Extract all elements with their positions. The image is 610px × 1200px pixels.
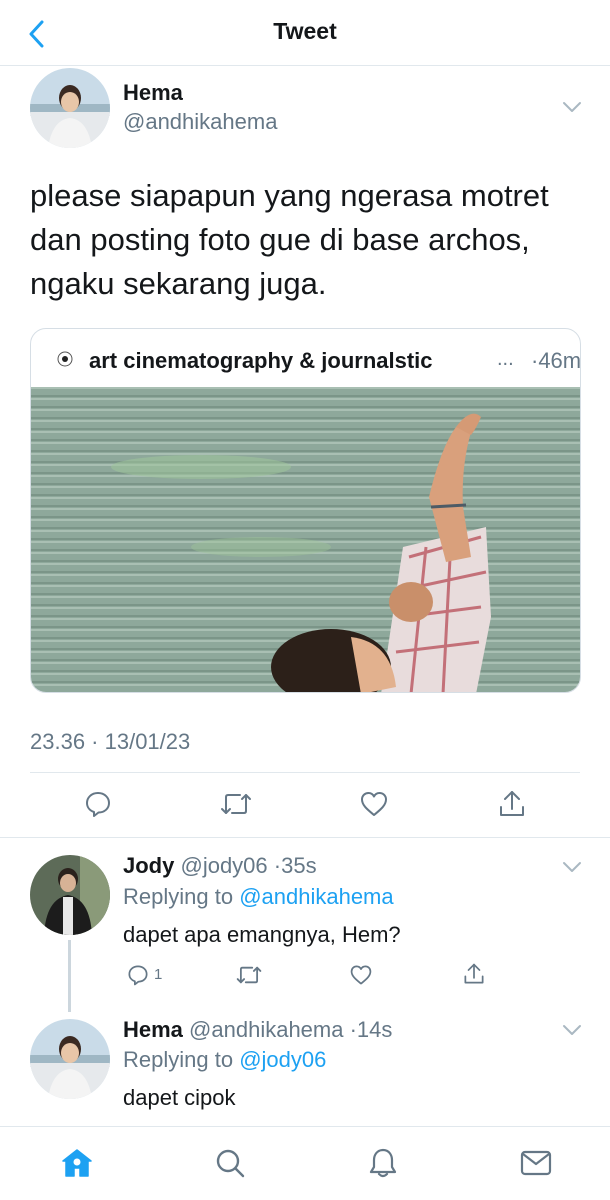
like-button[interactable]: [357, 787, 391, 821]
reply-author-line: Hema @andhikahema ·14s: [123, 1017, 392, 1043]
chevron-down-icon: [563, 862, 581, 872]
tab-messages[interactable]: [518, 1145, 554, 1181]
speech-bubble-icon: [86, 792, 110, 817]
search-icon: [216, 1149, 245, 1178]
quoted-time: ·46m: [531, 348, 581, 373]
reply-button[interactable]: [124, 961, 152, 989]
like-button[interactable]: [347, 961, 375, 989]
heart-icon: [350, 965, 372, 985]
replying-to-mention[interactable]: @jody06: [239, 1047, 326, 1072]
retweet-button[interactable]: [219, 787, 253, 821]
quoted-avatar-icon: [57, 351, 73, 367]
share-button[interactable]: [495, 787, 529, 821]
tweet-text: please siapapun yang ngerasa motret dan …: [30, 178, 549, 301]
divider: [0, 837, 610, 838]
page-title: Tweet: [273, 18, 337, 44]
replying-to-mention[interactable]: @andhikahema: [239, 884, 393, 909]
share-icon: [500, 791, 524, 816]
avatar[interactable]: [30, 855, 110, 935]
speech-bubble-icon: [128, 965, 148, 986]
reply-author-line: Jody @jody06 ·35s: [123, 853, 317, 879]
quoted-tweet-card[interactable]: art cinematography & journalstic ... ·46…: [30, 328, 581, 693]
author-name[interactable]: Hema: [123, 80, 183, 106]
chevron-down-icon: [563, 102, 581, 112]
envelope-icon: [520, 1150, 552, 1176]
reply-text: dapet apa emangnya, Hem?: [123, 922, 401, 947]
reply-author-name[interactable]: Hema: [123, 1017, 183, 1042]
retweet-button[interactable]: [235, 961, 263, 989]
chevron-down-icon: [563, 1025, 581, 1035]
retweet-icon: [236, 966, 262, 984]
replying-to-line: Replying to @jody06: [123, 1047, 326, 1073]
thread-connector: [68, 940, 71, 1012]
reply-count: 1: [154, 966, 163, 983]
quoted-photo[interactable]: [31, 387, 581, 693]
share-icon: [464, 963, 484, 984]
quoted-author-name: art cinematography & journalstic: [89, 348, 433, 373]
author-handle[interactable]: @andhikahema: [123, 109, 277, 135]
replying-to-prefix: Replying to: [123, 1047, 240, 1072]
more-options-button[interactable]: [561, 1023, 583, 1037]
reply-button[interactable]: [81, 787, 115, 821]
tab-home[interactable]: [59, 1145, 95, 1181]
avatar[interactable]: [30, 68, 110, 148]
quoted-tweet-header: art cinematography & journalstic ... ·46…: [31, 329, 580, 387]
heart-icon: [361, 792, 387, 816]
share-button[interactable]: [460, 960, 488, 988]
tweet-timestamp: 23.36 · 13/01/23: [30, 729, 191, 754]
divider: [30, 772, 580, 773]
replying-to-prefix: Replying to: [123, 884, 240, 909]
more-options-button[interactable]: [561, 100, 583, 114]
reply-author-handle[interactable]: @andhikahema: [189, 1017, 343, 1042]
bottom-tab-bar: [0, 1126, 610, 1200]
avatar[interactable]: [30, 1019, 110, 1099]
reply-time: ·14s: [349, 1017, 393, 1042]
reply-text: dapet cipok: [123, 1085, 236, 1110]
retweet-icon: [221, 794, 251, 814]
quoted-ellipsis: ...: [497, 348, 514, 370]
reply-author-name[interactable]: Jody: [123, 853, 174, 878]
more-options-button[interactable]: [561, 860, 583, 874]
tab-notifications[interactable]: [365, 1145, 401, 1181]
bell-icon: [369, 1148, 397, 1178]
reply-time: ·35s: [273, 853, 317, 878]
top-navigation-bar: Tweet: [0, 0, 610, 66]
home-icon: [62, 1149, 92, 1177]
replying-to-line: Replying to @andhikahema: [123, 884, 394, 910]
tab-search[interactable]: [212, 1145, 248, 1181]
reply-author-handle[interactable]: @jody06: [180, 853, 267, 878]
